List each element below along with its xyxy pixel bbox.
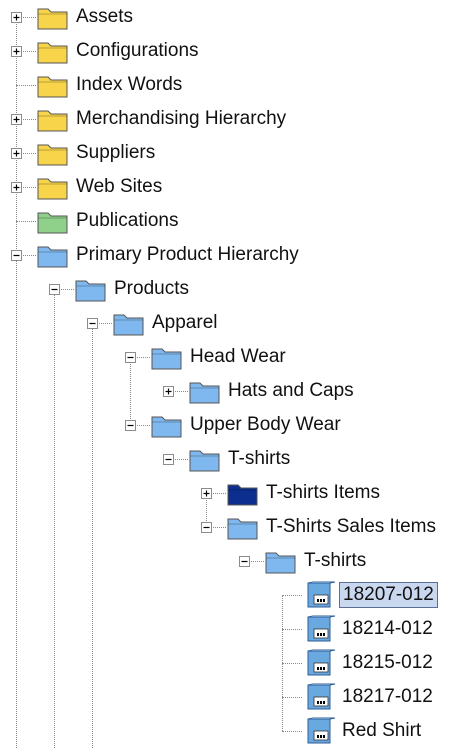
tree-connector-line [282,629,302,630]
tree-node-label[interactable]: 18214-012 [339,617,436,641]
tree-node[interactable]: Index Words [0,68,460,102]
tree-connector-line [282,663,302,664]
tree-node[interactable]: T-shirts [0,442,460,476]
folder-blue-icon [188,377,222,405]
tree-node[interactable]: Hats and Caps [0,374,460,408]
tree-node-label[interactable]: Publications [73,209,181,233]
product-icon [302,581,336,609]
folder-blue-icon [36,241,70,269]
tree-node-label[interactable]: T-shirts [301,549,369,573]
tree-node[interactable]: Suppliers [0,136,460,170]
folder-yellow-icon [36,37,70,65]
tree-node-label[interactable]: Merchandising Hierarchy [73,107,289,131]
expand-icon[interactable] [201,488,212,499]
tree-node[interactable]: Products [0,272,460,306]
tree-node-label[interactable]: 18217-012 [339,685,436,709]
tree-node-label[interactable]: Red Shirt [339,719,424,743]
tree-node[interactable]: Configurations [0,34,460,68]
tree-connector-line [282,697,302,698]
tree-node-label[interactable]: Web Sites [73,175,165,199]
folder-blue-icon [188,445,222,473]
collapse-icon[interactable] [49,284,60,295]
folder-darkblue-icon [226,479,260,507]
tree-node[interactable]: Merchandising Hierarchy [0,102,460,136]
tree-node-label[interactable]: Head Wear [187,345,289,369]
folder-yellow-icon [36,139,70,167]
tree-node-label[interactable]: Hats and Caps [225,379,357,403]
folder-blue-icon [264,547,298,575]
tree-connector-line [282,731,302,732]
expand-icon[interactable] [11,148,22,159]
folder-yellow-icon [36,3,70,31]
folder-yellow-icon [36,173,70,201]
product-icon [302,615,336,643]
expand-icon[interactable] [11,12,22,23]
tree-node[interactable]: Upper Body Wear [0,408,460,442]
tree-node[interactable]: T-shirts Items [0,476,460,510]
tree-node-label[interactable]: Index Words [73,73,185,97]
tree-node[interactable]: Assets [0,0,460,34]
tree-connector-line [16,85,36,86]
tree-connector-line [16,221,36,222]
tree-node[interactable]: T-Shirts Sales Items [0,510,460,544]
tree-node[interactable]: 18217-012 [0,680,460,714]
collapse-icon[interactable] [239,556,250,567]
tree-node-label[interactable]: 18207-012 [339,582,438,608]
folder-blue-icon [150,343,184,371]
expand-icon[interactable] [11,114,22,125]
folder-blue-icon [226,513,260,541]
collapse-icon[interactable] [11,250,22,261]
expand-icon[interactable] [11,182,22,193]
tree-node-label[interactable]: T-shirts [225,447,293,471]
tree-node[interactable]: 18215-012 [0,646,460,680]
tree-node-label[interactable]: Configurations [73,39,202,63]
tree-node-label[interactable]: Upper Body Wear [187,413,344,437]
tree-node-label[interactable]: Products [111,277,192,301]
product-icon [302,717,336,745]
product-icon [302,649,336,677]
collapse-icon[interactable] [125,352,136,363]
collapse-icon[interactable] [163,454,174,465]
tree-node-label[interactable]: 18215-012 [339,651,436,675]
tree-node[interactable]: Publications [0,204,460,238]
tree-connector-line [282,595,302,596]
tree-node[interactable]: Apparel [0,306,460,340]
tree-node-label[interactable]: Assets [73,5,136,29]
tree-node-label[interactable]: Apparel [149,311,221,335]
tree-node[interactable]: Red Shirt [0,714,460,748]
collapse-icon[interactable] [201,522,212,533]
tree-node-label[interactable]: Primary Product Hierarchy [73,243,302,267]
collapse-icon[interactable] [125,420,136,431]
folder-blue-icon [74,275,108,303]
expand-icon[interactable] [11,46,22,57]
tree-node[interactable]: Head Wear [0,340,460,374]
tree-node[interactable]: 18214-012 [0,612,460,646]
tree-node-label[interactable]: T-Shirts Sales Items [263,515,439,539]
tree-view[interactable]: Assets Configurations Index Words Merchandi… [0,0,460,748]
folder-blue-icon [150,411,184,439]
tree-node[interactable]: Primary Product Hierarchy [0,238,460,272]
product-icon [302,683,336,711]
expand-icon[interactable] [163,386,174,397]
folder-yellow-icon [36,71,70,99]
folder-green-icon [36,207,70,235]
collapse-icon[interactable] [87,318,98,329]
tree-node-label[interactable]: Suppliers [73,141,158,165]
tree-node[interactable]: 18207-012 [0,578,460,612]
tree-node-label[interactable]: T-shirts Items [263,481,383,505]
tree-node[interactable]: Web Sites [0,170,460,204]
tree-node[interactable]: T-shirts [0,544,460,578]
folder-yellow-icon [36,105,70,133]
folder-blue-icon [112,309,146,337]
